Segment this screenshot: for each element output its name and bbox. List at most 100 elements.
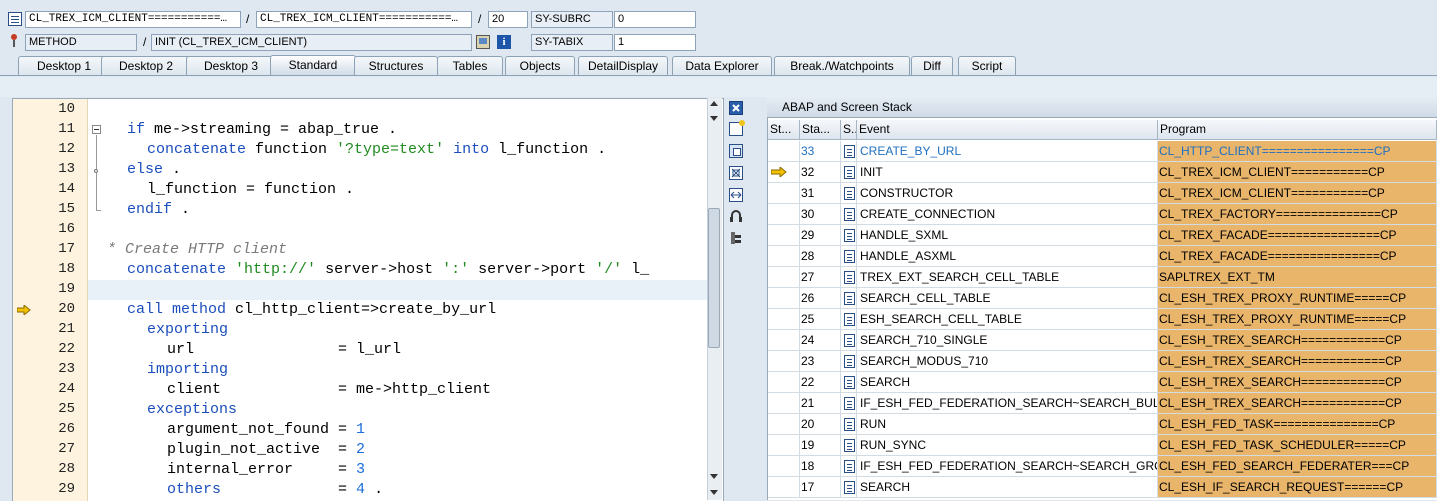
program-cell[interactable]: CL_ESH_TREX_PROXY_RUNTIME=====CP [1158, 309, 1437, 330]
code-line[interactable]: 29 others = 4 . [13, 480, 633, 500]
code-line[interactable]: 24 client = me->http_client [13, 380, 633, 400]
new-tool-icon[interactable] [729, 120, 745, 136]
column-header-type[interactable]: S... [841, 120, 857, 140]
stack-row[interactable]: 18 IF_ESH_FED_FEDERATION_SEARCH~SEARCH_GR… [768, 456, 1437, 477]
stack-row[interactable]: 30 CREATE_CONNECTION CL_TREX_FACTORY======… [768, 204, 1437, 225]
code-line[interactable]: 26 argument_not_found = 1 [13, 420, 633, 440]
code-line[interactable]: 23 importing [13, 360, 633, 380]
code-line[interactable]: 16 [13, 220, 633, 240]
include-field[interactable]: CL_TREX_ICM_CLIENT===========… [256, 11, 472, 28]
stack-row[interactable]: 20 RUN CL_ESH_FED_TASK===============CP [768, 414, 1437, 435]
program-cell[interactable]: CL_ESH_FED_SEARCH_FEDERATER===CP [1158, 456, 1437, 477]
event-cell[interactable]: SEARCH [857, 372, 1158, 393]
scroll-up-icon[interactable] [710, 101, 718, 106]
program-cell[interactable]: CL_HTTP_CLIENT================CP [1158, 141, 1437, 162]
tab-breakpoints[interactable]: Break./Watchpoints [774, 56, 910, 75]
swap-tool-icon[interactable] [729, 188, 743, 202]
event-cell[interactable]: SEARCH_710_SINGLE [857, 330, 1158, 351]
code-line[interactable]: 19 [13, 280, 633, 300]
editor-scroll-thumb[interactable] [708, 208, 720, 348]
services-tool-icon[interactable] [729, 209, 743, 223]
stack-row[interactable]: 19 RUN_SYNC CL_ESH_FED_TASK_SCHEDULER=====… [768, 435, 1437, 456]
program-cell[interactable]: CL_TREX_ICM_CLIENT===========CP [1158, 162, 1437, 183]
program-cell[interactable]: CL_ESH_TREX_SEARCH============CP [1158, 351, 1437, 372]
column-header-stack-level[interactable]: Sta... [800, 120, 841, 140]
program-cell[interactable]: SAPLTREX_EXT_TM [1158, 267, 1437, 288]
code-line[interactable]: 27 plugin_not_active = 2 [13, 440, 633, 460]
code-line[interactable]: 12 concatenate function '?type=text' into… [13, 140, 633, 160]
event-cell[interactable]: INIT [857, 162, 1158, 183]
scroll-down-bottom-icon[interactable] [710, 474, 718, 479]
sy-tabix-value[interactable]: 1 [614, 34, 696, 51]
code-line[interactable]: 28 internal_error = 3 [13, 460, 633, 480]
program-field[interactable]: CL_TREX_ICM_CLIENT===========… [25, 11, 241, 28]
event-cell[interactable]: CREATE_BY_URL [857, 141, 1158, 162]
line-number-field[interactable]: 20 [488, 11, 528, 28]
replace-tool-icon[interactable] [729, 144, 743, 158]
stack-row[interactable]: 24 SEARCH_710_SINGLE CL_ESH_TREX_SEARCH===… [768, 330, 1437, 351]
code-line[interactable]: 10 [13, 100, 633, 120]
tab-diff[interactable]: Diff [911, 56, 953, 75]
tab-desktop-2[interactable]: Desktop 2 [101, 56, 191, 75]
tab-desktop-3[interactable]: Desktop 3 [186, 56, 276, 75]
sy-subrc-value[interactable]: 0 [614, 11, 696, 28]
event-cell[interactable]: RUN [857, 414, 1158, 435]
source-editor[interactable]: 10 11 if me->streaming = abap_true . 12 conc… [12, 98, 724, 501]
program-cell[interactable]: CL_ESH_FED_TASK===============CP [1158, 414, 1437, 435]
code-line[interactable]: 13 else . [13, 160, 633, 180]
event-cell[interactable]: IF_ESH_FED_FEDERATION_SEARCH~SEARCH_BULK [857, 393, 1158, 414]
code-line[interactable]: 11 if me->streaming = abap_true . [13, 120, 633, 140]
program-cell[interactable]: CL_ESH_TREX_SEARCH============CP [1158, 330, 1437, 351]
code-line[interactable]: 25 exceptions [13, 400, 633, 420]
tab-data-explorer[interactable]: Data Explorer [672, 56, 772, 75]
event-cell[interactable]: HANDLE_ASXML [857, 246, 1158, 267]
fold-collapse-icon[interactable] [92, 125, 101, 134]
column-header-status[interactable]: St... [768, 120, 800, 140]
code-line[interactable]: 18 concatenate 'http://' server->host ':'… [13, 260, 649, 280]
stack-row[interactable]: 27 TREX_EXT_SEARCH_CELL_TABLE SAPLTREX_EXT… [768, 267, 1437, 288]
maximize-tool-icon[interactable] [729, 166, 743, 180]
column-header-event[interactable]: Event [857, 120, 1158, 140]
event-cell[interactable]: RUN_SYNC [857, 435, 1158, 456]
info-icon[interactable]: i [497, 35, 511, 49]
tab-detail-display[interactable]: DetailDisplay [578, 56, 668, 75]
event-cell[interactable]: SEARCH_MODUS_710 [857, 351, 1158, 372]
stack-row[interactable]: 33 CREATE_BY_URL CL_HTTP_CLIENT===========… [768, 141, 1437, 162]
scroll-down-page-icon[interactable] [710, 490, 718, 495]
code-line[interactable]: 20 call method cl_http_client=>create_by_… [13, 300, 633, 320]
code-line[interactable]: 14 l_function = function . [13, 180, 633, 200]
program-cell[interactable]: CL_TREX_FACADE================CP [1158, 246, 1437, 267]
tab-standard[interactable]: Standard [270, 55, 356, 76]
close-tool-icon[interactable] [729, 101, 743, 115]
event-cell[interactable]: HANDLE_SXML [857, 225, 1158, 246]
program-cell[interactable]: CL_ESH_FED_TASK_SCHEDULER=====CP [1158, 435, 1437, 456]
tab-script[interactable]: Script [958, 56, 1016, 75]
code-line[interactable]: 21 exporting [13, 320, 633, 340]
stack-row[interactable]: 32 INIT CL_TREX_ICM_CLIENT===========CP [768, 162, 1437, 183]
event-cell[interactable]: ESH_SEARCH_CELL_TABLE [857, 309, 1158, 330]
program-cell[interactable]: CL_ESH_TREX_SEARCH============CP [1158, 393, 1437, 414]
event-cell[interactable]: IF_ESH_FED_FEDERATION_SEARCH~SEARCH_GROU… [857, 456, 1158, 477]
stack-row[interactable]: 23 SEARCH_MODUS_710 CL_ESH_TREX_SEARCH====… [768, 351, 1437, 372]
scroll-down-icon[interactable] [710, 116, 718, 121]
event-cell[interactable]: SEARCH_CELL_TABLE [857, 288, 1158, 309]
tab-tables[interactable]: Tables [437, 56, 503, 75]
program-cell[interactable]: CL_TREX_FACTORY===============CP [1158, 204, 1437, 225]
stack-row[interactable]: 28 HANDLE_ASXML CL_TREX_FACADE============… [768, 246, 1437, 267]
program-cell[interactable]: CL_ESH_TREX_SEARCH============CP [1158, 372, 1437, 393]
tab-objects[interactable]: Objects [505, 56, 575, 75]
stack-row[interactable]: 25 ESH_SEARCH_CELL_TABLE CL_ESH_TREX_PROXY… [768, 309, 1437, 330]
tab-structures[interactable]: Structures [354, 56, 438, 75]
program-cell[interactable]: CL_ESH_IF_SEARCH_REQUEST======CP [1158, 477, 1437, 498]
event-cell[interactable]: TREX_EXT_SEARCH_CELL_TABLE [857, 267, 1158, 288]
column-header-program[interactable]: Program [1158, 120, 1437, 140]
stack-row[interactable]: 29 HANDLE_SXML CL_TREX_FACADE=============… [768, 225, 1437, 246]
code-line[interactable]: 17 * Create HTTP client [13, 240, 633, 260]
code-line[interactable]: 22 url = l_url [13, 340, 633, 360]
event-cell[interactable]: CONSTRUCTOR [857, 183, 1158, 204]
stack-row[interactable]: 31 CONSTRUCTOR CL_TREX_ICM_CLIENT=========… [768, 183, 1437, 204]
event-cell[interactable]: CREATE_CONNECTION [857, 204, 1158, 225]
program-cell[interactable]: CL_ESH_TREX_PROXY_RUNTIME=====CP [1158, 288, 1437, 309]
program-cell[interactable]: CL_TREX_FACADE================CP [1158, 225, 1437, 246]
stack-row[interactable]: 17 SEARCH CL_ESH_IF_SEARCH_REQUEST======CP [768, 477, 1437, 498]
